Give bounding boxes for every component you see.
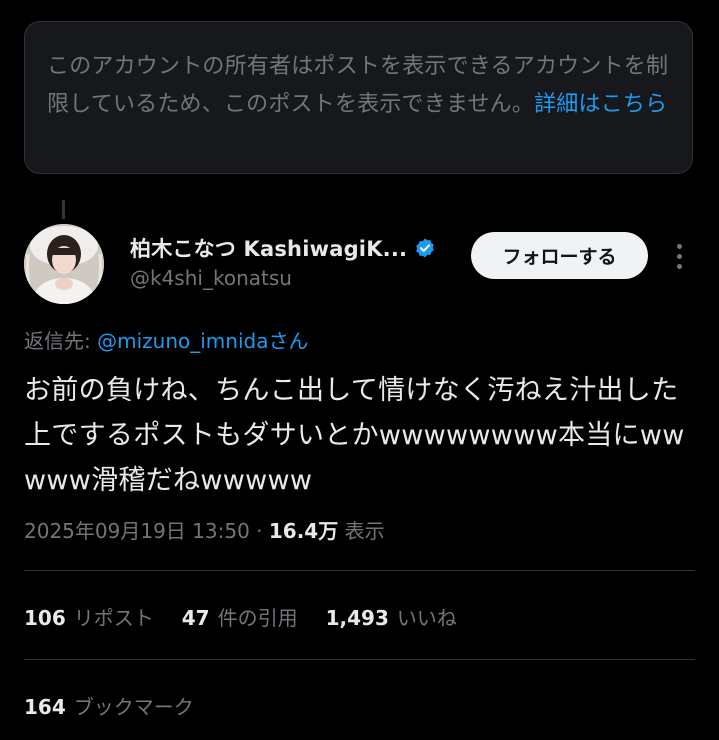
avatar[interactable] — [24, 224, 104, 304]
reposts-label: リポスト — [73, 606, 154, 630]
reply-to-line: 返信先: @mizuno_imnidaさん — [24, 325, 308, 354]
tweet-timestamp[interactable]: 2025年09月19日 13:50 — [24, 519, 250, 543]
bookmarks-count: 164 — [24, 695, 66, 719]
reply-to-mention-link[interactable]: @mizuno_imnida — [97, 329, 268, 353]
more-dot — [676, 253, 682, 259]
likes-label: いいね — [396, 606, 457, 630]
avatar-image — [24, 224, 104, 304]
views-label: 表示 — [338, 519, 385, 543]
bookmarks-stat[interactable]: 164 ブックマーク — [24, 691, 194, 720]
tweet-meta: 2025年09月19日 13:50 · 16.4万 表示 — [24, 515, 385, 544]
engagement-stats: 106 リポスト 47 件の引用 1,493 いいね — [24, 602, 485, 631]
author-name-row[interactable]: 柏木こなつ KashiwagiK... — [130, 233, 436, 263]
more-options-icon[interactable] — [667, 240, 691, 272]
reposts-stat[interactable]: 106 リポスト — [24, 602, 154, 631]
author-handle[interactable]: @k4shi_konatsu — [130, 266, 292, 290]
learn-more-link[interactable]: 詳細はこちら — [534, 92, 667, 117]
meta-separator: · — [249, 519, 269, 543]
tweet-text: お前の負けね、ちんこ出して情けなく汚ねえ汁出した上でするポストもダサいとかwww… — [24, 375, 685, 496]
quotes-label: 件の引用 — [217, 606, 298, 630]
quotes-stat[interactable]: 47 件の引用 — [182, 602, 298, 631]
reply-to-prefix: 返信先: — [24, 329, 98, 353]
more-dot — [676, 263, 682, 269]
bookmarks-label: ブックマーク — [73, 695, 194, 719]
reply-to-suffix: さん — [268, 329, 309, 353]
restricted-notice: このアカウントの所有者はポストを表示できるアカウントを制限しているため、このポス… — [24, 21, 693, 174]
views-count: 16.4万 — [268, 519, 339, 543]
likes-count: 1,493 — [325, 606, 389, 630]
more-dot — [676, 243, 682, 249]
divider — [24, 659, 695, 660]
divider — [24, 570, 695, 571]
likes-stat[interactable]: 1,493 いいね — [326, 602, 457, 631]
quotes-count: 47 — [181, 606, 210, 630]
author-display-name[interactable]: 柏木こなつ KashiwagiK... — [130, 233, 407, 263]
thread-connector-line — [62, 200, 65, 219]
reposts-count: 106 — [24, 606, 66, 630]
verified-badge-icon — [416, 238, 435, 258]
follow-button[interactable]: フォローする — [471, 232, 648, 279]
